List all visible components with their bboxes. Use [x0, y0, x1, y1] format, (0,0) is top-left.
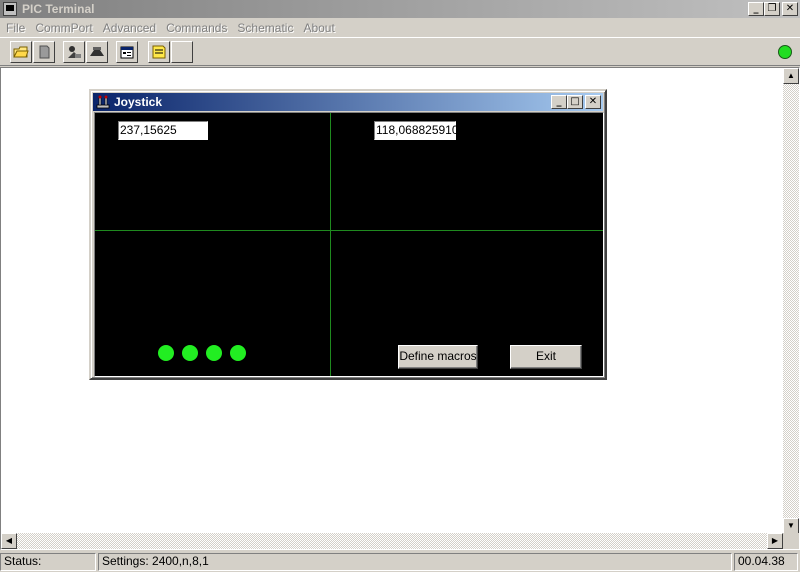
scroll-right-button[interactable]: ▶	[767, 533, 783, 549]
joystick-maximize-button[interactable]: □	[567, 95, 583, 109]
x-value-field[interactable]: 237,15625	[118, 121, 208, 140]
connection-status-indicator	[778, 45, 792, 59]
toolbar	[0, 37, 800, 66]
menu-advanced[interactable]: Advanced	[103, 21, 156, 35]
button-indicator-4	[230, 345, 246, 361]
plug-button[interactable]	[86, 41, 108, 63]
menu-about[interactable]: About	[303, 21, 334, 35]
joystick-minimize-button[interactable]: _	[551, 95, 567, 109]
status-bar: Status: Settings: 2400,n,8,1 00.04.38	[0, 551, 800, 572]
menu-commands[interactable]: Commands	[166, 21, 227, 35]
document-button[interactable]	[33, 41, 55, 63]
app-title: PIC Terminal	[22, 2, 95, 16]
joystick-canvas[interactable]: 237,15625 118,068825910 Define macros Ex…	[94, 112, 604, 377]
main-title-bar[interactable]: PIC Terminal _ ❐ ✕	[0, 0, 800, 18]
button-indicator-3	[206, 345, 222, 361]
document-icon	[39, 45, 50, 59]
vertical-crosshair-line	[330, 113, 331, 376]
open-folder-button[interactable]	[10, 41, 32, 63]
open-folder-icon	[13, 46, 29, 58]
menu-file[interactable]: File	[6, 21, 25, 35]
y-value-field[interactable]: 118,068825910	[374, 121, 459, 140]
plug-icon	[90, 47, 104, 56]
close-button[interactable]: ✕	[782, 2, 798, 16]
menu-bar: File CommPort Advanced Commands Schemati…	[0, 18, 800, 37]
scroll-up-button[interactable]: ▲	[783, 68, 799, 84]
notes-button[interactable]	[148, 41, 170, 63]
vertical-scrollbar[interactable]: ▲ ▼	[783, 68, 799, 534]
joystick-title: Joystick	[114, 95, 163, 109]
properties-icon	[120, 46, 134, 59]
menu-commport[interactable]: CommPort	[35, 21, 92, 35]
joystick-icon	[96, 95, 110, 109]
minimize-button[interactable]: _	[748, 2, 764, 16]
connect-icon	[68, 46, 81, 58]
joystick-title-bar[interactable]: Joystick _ □ ✕	[93, 93, 603, 111]
notes-icon	[152, 45, 166, 59]
define-macros-button[interactable]: Define macros	[398, 345, 478, 369]
status-panel: Status:	[0, 553, 96, 571]
joystick-close-button[interactable]: ✕	[585, 95, 601, 109]
scroll-left-button[interactable]: ◀	[1, 533, 17, 549]
button-indicator-2	[182, 345, 198, 361]
time-panel: 00.04.38	[734, 553, 798, 571]
connect-button[interactable]	[63, 41, 85, 63]
button-indicator-1	[158, 345, 174, 361]
horizontal-scrollbar[interactable]: ◀ ▶	[1, 533, 783, 549]
app-icon[interactable]	[3, 2, 17, 16]
restore-button[interactable]: ❐	[764, 2, 780, 16]
joystick-window: Joystick _ □ ✕ 237,15625 118,068825910 D…	[89, 89, 607, 380]
horizontal-crosshair-line	[95, 230, 603, 231]
properties-button[interactable]	[116, 41, 138, 63]
scrollbar-corner	[783, 533, 799, 549]
menu-schematic[interactable]: Schematic	[237, 21, 293, 35]
scroll-down-button[interactable]: ▼	[783, 518, 799, 534]
settings-panel: Settings: 2400,n,8,1	[98, 553, 732, 571]
blank-button[interactable]	[171, 41, 193, 63]
exit-button[interactable]: Exit	[510, 345, 582, 369]
